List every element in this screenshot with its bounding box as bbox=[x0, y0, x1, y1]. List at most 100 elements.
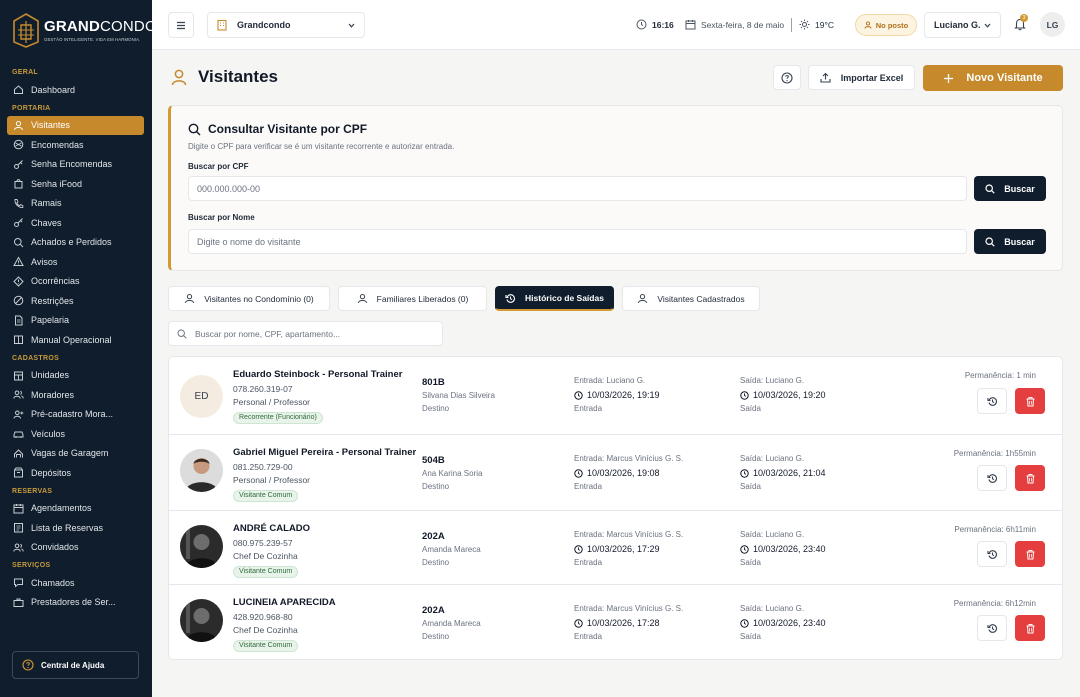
sidebar-item-manual-operacional[interactable]: Manual Operacional bbox=[0, 330, 144, 350]
home-icon bbox=[14, 85, 23, 95]
sidebar-item-visitantes[interactable]: Visitantes bbox=[7, 115, 144, 135]
new-visitor-label: Novo Visitante bbox=[966, 72, 1043, 84]
search-card-subtitle: Digite o CPF para verificar se é um visi… bbox=[188, 142, 455, 151]
delete-button[interactable] bbox=[1015, 465, 1045, 491]
entry-label: Entrada bbox=[574, 558, 603, 567]
visitor-cpf: 078.260.319-07 bbox=[233, 384, 293, 394]
visitor-tabs: Visitantes no Condomínio (0) Familiares L… bbox=[168, 286, 768, 311]
history-button[interactable] bbox=[977, 615, 1007, 641]
entry-time: 10/03/2026, 17:28 bbox=[574, 618, 660, 628]
exit-operator: Saída: Luciano G. bbox=[740, 604, 805, 613]
trash-icon bbox=[1026, 473, 1034, 483]
sidebar-item-senha-encomendas[interactable]: Senha Encomendas bbox=[0, 155, 144, 175]
sidebar-item-convidados[interactable]: Convidados bbox=[0, 538, 144, 558]
user-icon bbox=[638, 294, 648, 304]
history-icon bbox=[986, 473, 997, 483]
tab-2[interactable]: Histórico de Saídas bbox=[495, 286, 614, 311]
search-card-title: Consultar Visitante por CPF bbox=[188, 122, 367, 136]
nav-section-title: GERAL bbox=[12, 69, 38, 76]
sidebar-item-chaves[interactable]: Chaves bbox=[0, 213, 144, 233]
sidebar-item-senha-ifood[interactable]: Senha iFood bbox=[0, 174, 144, 194]
help-button[interactable] bbox=[773, 65, 801, 90]
tab-1[interactable]: Familiares Liberados (0) bbox=[338, 286, 487, 311]
weather: 19°C bbox=[799, 19, 834, 30]
book-icon bbox=[14, 335, 23, 345]
table-row[interactable]: Gabriel Miguel Pereira - Personal Traine… bbox=[169, 435, 1062, 511]
name-input[interactable]: Digite o nome do visitante bbox=[188, 229, 967, 254]
sidebar-item-label: Prestadores de Ser... bbox=[31, 597, 116, 608]
history-button[interactable] bbox=[977, 388, 1007, 414]
unit-number: 202A bbox=[422, 531, 445, 542]
sidebar-item-moradores[interactable]: Moradores bbox=[0, 385, 144, 405]
unit-number: 504B bbox=[422, 455, 445, 466]
visitor-type-badge: Recorrente (Funcionário) bbox=[233, 412, 323, 424]
nav-section-title: SERVIÇOS bbox=[12, 562, 51, 569]
sidebar-item-restricoes[interactable]: Restrições bbox=[0, 291, 144, 311]
import-excel-button[interactable]: Importar Excel bbox=[808, 65, 915, 90]
visitor-name: ANDRÉ CALADO bbox=[233, 523, 311, 534]
sidebar-item-lista-de-reservas[interactable]: Lista de Reservas bbox=[0, 518, 144, 538]
sidebar-item-depositos[interactable]: Depósitos bbox=[0, 463, 144, 483]
sidebar-item-ocorrencias[interactable]: Ocorrências bbox=[0, 272, 144, 292]
user-avatar[interactable]: LG bbox=[1040, 12, 1065, 37]
new-visitor-button[interactable]: Novo Visitante bbox=[923, 65, 1063, 91]
sidebar-item-vagas-de-garagem[interactable]: Vagas de Garagem bbox=[0, 444, 144, 464]
sidebar-item-chamados[interactable]: Chamados bbox=[0, 573, 144, 593]
help-center-button[interactable]: Central de Ajuda bbox=[12, 651, 139, 679]
permanence-duration: Permanência: 1 min bbox=[964, 371, 1036, 380]
cpf-input[interactable]: 000.000.000-00 bbox=[188, 176, 967, 201]
history-icon bbox=[505, 293, 516, 303]
logo[interactable]: GRANDCONDO GESTÃO INTELIGENTE. VIDA EM H… bbox=[12, 12, 157, 48]
sidebar-item-prestadores-de-ser[interactable]: Prestadores de Ser... bbox=[0, 593, 144, 613]
sidebar-item-veiculos[interactable]: Veículos bbox=[0, 424, 144, 444]
history-button[interactable] bbox=[977, 541, 1007, 567]
condo-selector[interactable]: Grandcondo bbox=[207, 12, 365, 38]
sidebar-item-encomendas[interactable]: Encomendas bbox=[0, 135, 144, 155]
sidebar-item-label: Achados e Perdidos bbox=[31, 237, 112, 248]
sidebar-item-label: Senha Encomendas bbox=[31, 159, 113, 170]
destination-label: Destino bbox=[422, 404, 450, 413]
on-duty-status[interactable]: No posto bbox=[855, 14, 917, 36]
visitor-avatar bbox=[180, 449, 223, 492]
entry-operator: Entrada: Marcus Vinícius G. S. bbox=[574, 604, 684, 613]
history-icon bbox=[986, 549, 997, 559]
search-icon bbox=[177, 328, 187, 339]
main-content: Visitantes Importar Excel Novo Visitante… bbox=[152, 50, 1080, 697]
search-cpf-button[interactable]: Buscar bbox=[974, 176, 1046, 201]
clock-icon bbox=[740, 618, 749, 628]
list-search-placeholder: Buscar por nome, CPF, apartamento... bbox=[195, 328, 341, 339]
user-menu[interactable]: Luciano G. bbox=[924, 12, 1001, 38]
table-row[interactable]: ANDRÉ CALADO 080.975.239-57 Chef De Cozinh… bbox=[169, 511, 1062, 585]
exit-label: Saída bbox=[740, 482, 761, 491]
entry-label: Entrada bbox=[574, 404, 603, 413]
calendar-icon bbox=[13, 503, 24, 514]
visitor-role: Personal / Professor bbox=[233, 475, 311, 485]
delete-button[interactable] bbox=[1015, 388, 1045, 414]
sidebar-item-label: Moradores bbox=[31, 389, 75, 400]
sidebar-item-ramais[interactable]: Ramais bbox=[0, 194, 144, 214]
sidebar-item-agendamentos[interactable]: Agendamentos bbox=[0, 499, 144, 519]
visitor-avatar: ED bbox=[180, 375, 223, 418]
sidebar-item-achados-e-perdidos[interactable]: Achados e Perdidos bbox=[0, 233, 144, 253]
visitor-cpf: 428.920.968-80 bbox=[233, 612, 293, 622]
sidebar-item-unidades[interactable]: Unidades bbox=[0, 366, 144, 386]
table-row[interactable]: ED Eduardo Steinbock - Personal Trainer 07… bbox=[169, 357, 1062, 435]
search-name-button[interactable]: Buscar bbox=[974, 229, 1046, 254]
sidebar-item-papelaria[interactable]: Papelaria bbox=[0, 311, 144, 331]
sidebar-item-avisos[interactable]: Avisos bbox=[0, 252, 144, 272]
sidebar-item-dashboard[interactable]: Dashboard bbox=[0, 80, 144, 100]
delete-button[interactable] bbox=[1015, 615, 1045, 641]
search-icon bbox=[188, 123, 201, 135]
sidebar-nav: GERAL Dashboard PORTARIA Visitantes Encomend… bbox=[0, 64, 152, 612]
visitor-photo bbox=[180, 599, 223, 642]
list-search-input[interactable]: Buscar por nome, CPF, apartamento... bbox=[168, 321, 443, 346]
tab-3[interactable]: Visitantes Cadastrados bbox=[622, 286, 760, 311]
delete-button[interactable] bbox=[1015, 541, 1045, 567]
table-row[interactable]: LUCINEIA APARECIDA 428.920.968-80 Chef De … bbox=[169, 585, 1062, 659]
sidebar-item-label: Encomendas bbox=[31, 139, 84, 150]
history-button[interactable] bbox=[977, 465, 1007, 491]
menu-toggle-button[interactable] bbox=[168, 12, 194, 38]
temperature: 19°C bbox=[815, 19, 834, 30]
sidebar-item-pre-cadastro-mora[interactable]: Pré-cadastro Mora... bbox=[0, 405, 144, 425]
tab-0[interactable]: Visitantes no Condomínio (0) bbox=[168, 286, 330, 311]
